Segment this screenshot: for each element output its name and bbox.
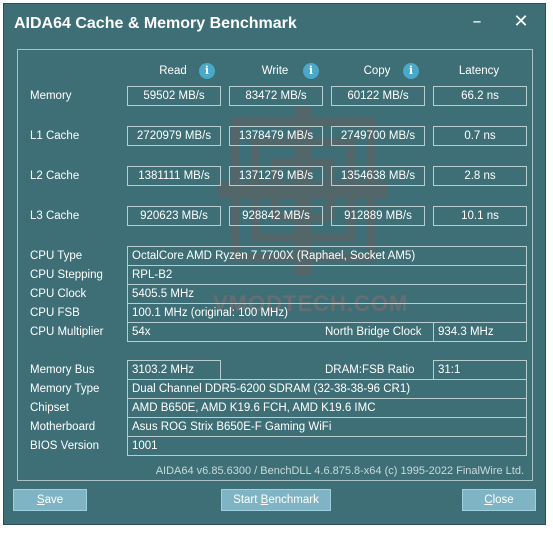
cpu-clock-value: 5405.5 MHz	[127, 284, 527, 304]
read-info-icon[interactable]: i	[199, 63, 215, 79]
benchmark-window: AIDA64 Cache & Memory Benchmark – ✕ VMOD…	[4, 4, 545, 524]
l1-read-value: 2720979 MB/s	[127, 126, 221, 146]
memory-type-value: Dual Channel DDR5-6200 SDRAM (32-38-38-9…	[127, 379, 527, 399]
row-label-l3-cache: L3 Cache	[30, 210, 80, 222]
motherboard-label: Motherboard	[30, 421, 96, 433]
l3-read-value: 920623 MB/s	[127, 206, 221, 226]
l1-write-value: 1378479 MB/s	[229, 126, 323, 146]
l1-latency-value: 0.7 ns	[433, 126, 527, 146]
l3-latency-value: 10.1 ns	[433, 206, 527, 226]
row-label-memory: Memory	[30, 90, 72, 102]
l2-read-value: 1381111 MB/s	[127, 166, 221, 186]
write-info-icon[interactable]: i	[303, 63, 319, 79]
l2-latency-value: 2.8 ns	[433, 166, 527, 186]
save-mnemonic: S	[36, 494, 45, 506]
cpu-stepping-value: RPL-B2	[127, 265, 527, 285]
dram-fsb-ratio-value: 31:1	[433, 360, 527, 380]
memory-write-value: 83472 MB/s	[229, 86, 323, 106]
l1-copy-value: 2749700 MB/s	[331, 126, 425, 146]
north-bridge-clock-value: 934.3 MHz	[433, 322, 527, 342]
dram-fsb-ratio-label: DRAM:FSB Ratio	[325, 364, 415, 376]
memory-copy-value: 60122 MB/s	[331, 86, 425, 106]
close-button[interactable]: Close	[462, 489, 536, 511]
row-label-l1-cache: L1 Cache	[30, 130, 80, 142]
cpu-fsb-value: 100.1 MHz (original: 100 MHz)	[127, 303, 527, 323]
memory-type-label: Memory Type	[30, 383, 100, 395]
motherboard-value: Asus ROG Strix B650E-F Gaming WiFi	[127, 417, 527, 437]
l2-copy-value: 1354638 MB/s	[331, 166, 425, 186]
cpu-clock-label: CPU Clock	[30, 288, 87, 300]
window-title: AIDA64 Cache & Memory Benchmark	[14, 15, 297, 32]
start-label-pre: Start	[233, 494, 261, 506]
memory-read-value: 59502 MB/s	[127, 86, 221, 106]
bios-version-value: 1001	[127, 436, 527, 456]
column-header-latency: Latency	[458, 65, 500, 77]
cpu-multiplier-label: CPU Multiplier	[30, 326, 104, 338]
memory-bus-value: 3103.2 MHz	[127, 360, 221, 380]
version-footer: AIDA64 v6.85.6300 / BenchDLL 4.6.875.8-x…	[155, 465, 524, 477]
chipset-label: Chipset	[30, 402, 69, 414]
l3-copy-value: 912889 MB/s	[331, 206, 425, 226]
cpu-type-value: OctalCore AMD Ryzen 7 7700X (Raphael, So…	[127, 246, 527, 266]
copy-info-icon[interactable]: i	[403, 63, 419, 79]
l2-write-value: 1371279 MB/s	[229, 166, 323, 186]
bios-version-label: BIOS Version	[30, 440, 100, 452]
close-window-button[interactable]: ✕	[509, 12, 533, 32]
close-mnemonic: C	[484, 494, 493, 506]
start-benchmark-button[interactable]: Start Benchmark	[221, 489, 331, 511]
row-label-l2-cache: L2 Cache	[30, 170, 80, 182]
l3-write-value: 928842 MB/s	[229, 206, 323, 226]
cpu-stepping-label: CPU Stepping	[30, 269, 103, 281]
cpu-fsb-label: CPU FSB	[30, 307, 80, 319]
chipset-value: AMD B650E, AMD K19.6 FCH, AMD K19.6 IMC	[127, 398, 527, 418]
cpu-type-label: CPU Type	[30, 250, 83, 262]
save-button[interactable]: Save	[13, 489, 87, 511]
memory-latency-value: 66.2 ns	[433, 86, 527, 106]
minimize-button[interactable]: –	[465, 12, 489, 32]
north-bridge-clock-label: North Bridge Clock	[325, 326, 422, 338]
results-panel: VMODTECH.COM Read i Write i Copy i Laten…	[17, 49, 533, 481]
start-label-rest: enchmark	[268, 494, 319, 506]
memory-bus-label: Memory Bus	[30, 364, 95, 376]
save-label: ave	[44, 494, 64, 506]
close-label: lose	[492, 494, 514, 506]
